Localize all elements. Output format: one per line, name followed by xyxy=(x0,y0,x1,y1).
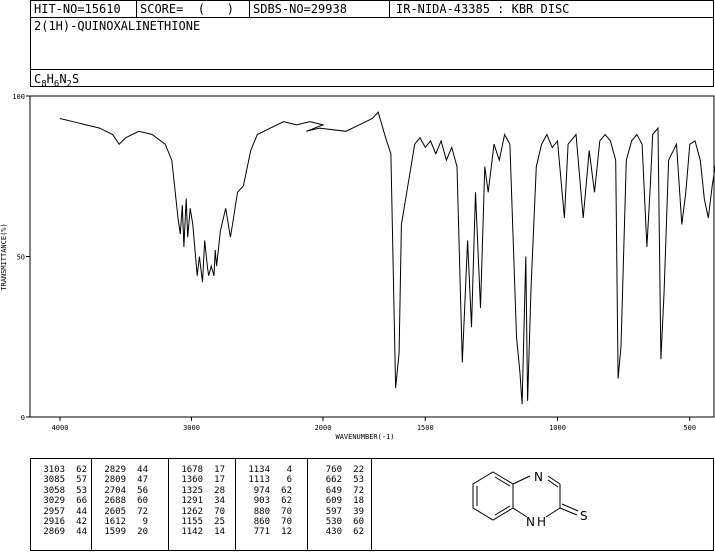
atom-s: S xyxy=(580,509,588,523)
n-c-double-bond-inner xyxy=(547,479,559,488)
benzene-double-bond xyxy=(494,505,511,516)
nh-c-bond xyxy=(512,507,528,518)
atom-n1: N xyxy=(534,470,543,484)
atom-h: H xyxy=(537,515,546,529)
c-n-bond xyxy=(512,475,531,485)
benzene-double-bond xyxy=(494,476,511,487)
c-nh-bond xyxy=(545,507,561,518)
benzene-ring xyxy=(472,471,514,521)
atom-n2: N xyxy=(526,515,535,529)
n-c-double-bond xyxy=(547,475,561,485)
quinoxalinethione-structure: N N H S xyxy=(472,470,588,529)
